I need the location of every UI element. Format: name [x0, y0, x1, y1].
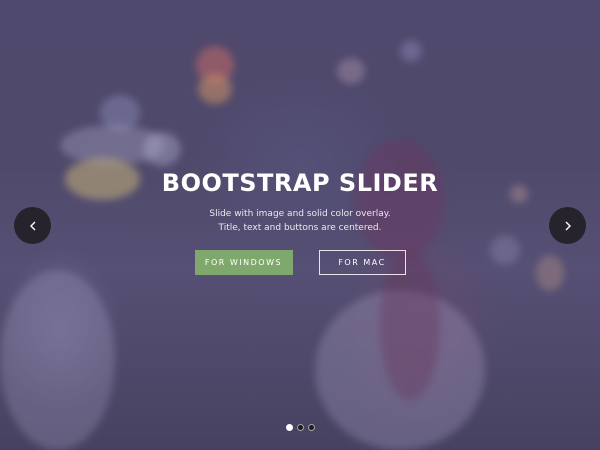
next-slide-button[interactable]	[549, 207, 586, 244]
slide-subtitle-line-1: Slide with image and solid color overlay…	[209, 209, 391, 219]
chevron-left-icon	[29, 221, 35, 230]
chevron-right-icon	[565, 221, 571, 230]
slide-subtitle: Slide with image and solid color overlay…	[0, 207, 600, 235]
slide-title: BOOTSTRAP SLIDER	[161, 169, 439, 197]
carousel-indicator-1[interactable]	[285, 424, 293, 431]
for-windows-button[interactable]: FOR WINDOWS	[194, 250, 293, 275]
carousel-indicator-2[interactable]	[296, 424, 304, 431]
slide-caption: BOOTSTRAP SLIDER Slide with image and so…	[0, 168, 600, 275]
slide-subtitle-line-2: Title, text and buttons are centered.	[218, 223, 382, 233]
carousel-indicator-3[interactable]	[307, 424, 315, 431]
slide-buttons: FOR WINDOWS FOR MAC	[0, 250, 600, 275]
carousel-indicators	[0, 424, 600, 431]
previous-slide-button[interactable]	[14, 207, 51, 244]
carousel: BOOTSTRAP SLIDER Slide with image and so…	[0, 0, 600, 450]
for-mac-button[interactable]: FOR MAC	[318, 250, 406, 275]
